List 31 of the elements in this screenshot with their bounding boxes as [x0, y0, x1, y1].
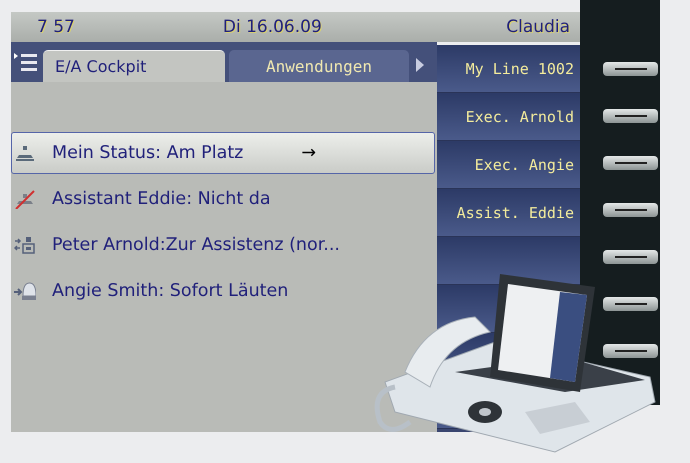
line-key[interactable]: [603, 297, 658, 311]
list-item-text: Angie Smith: Sofort Läuten: [52, 281, 288, 301]
line-key-label: Assist. Eddie: [437, 189, 580, 237]
time-text: 7 57: [37, 17, 75, 37]
list-item[interactable]: Angie Smith: Sofort Läuten: [11, 270, 435, 312]
tab[interactable]: E/A Cockpit: [43, 50, 225, 82]
present-status-icon: [14, 143, 36, 163]
line-key[interactable]: [603, 62, 658, 76]
line-key-label: My Line 1002: [437, 45, 580, 93]
menu-icon[interactable]: [13, 51, 39, 73]
assistant-status-icon: [14, 235, 36, 255]
line-key-label: Exec. Arnold: [437, 93, 580, 141]
list-item[interactable]: Peter Arnold:Zur Assistenz (nor...: [11, 224, 435, 266]
line-key[interactable]: [603, 250, 658, 264]
scroll-right-icon[interactable]: [415, 57, 425, 73]
line-key[interactable]: [603, 109, 658, 123]
list-item-text: Assistant Eddie: Nicht da: [52, 189, 271, 209]
list-item[interactable]: Mein Status: Am Platz →: [11, 132, 435, 174]
user-name: Claudia: [506, 17, 570, 37]
list-item[interactable]: Assistant Eddie: Nicht da: [11, 178, 435, 220]
date-text: Di 16.06.09: [222, 17, 322, 37]
absent-status-icon: [14, 189, 36, 209]
tab[interactable]: Anwendungen: [229, 50, 409, 82]
line-key[interactable]: [603, 156, 658, 170]
list-item-text: Peter Arnold:Zur Assistenz (nor...: [52, 235, 340, 255]
line-key[interactable]: [603, 344, 658, 358]
list-item-text: Mein Status: Am Platz: [52, 143, 244, 163]
ring-status-icon: [14, 281, 36, 301]
line-key[interactable]: [603, 203, 658, 217]
line-key-label: Exec. Angie: [437, 141, 580, 189]
arrow-glyph: →: [301, 143, 316, 163]
